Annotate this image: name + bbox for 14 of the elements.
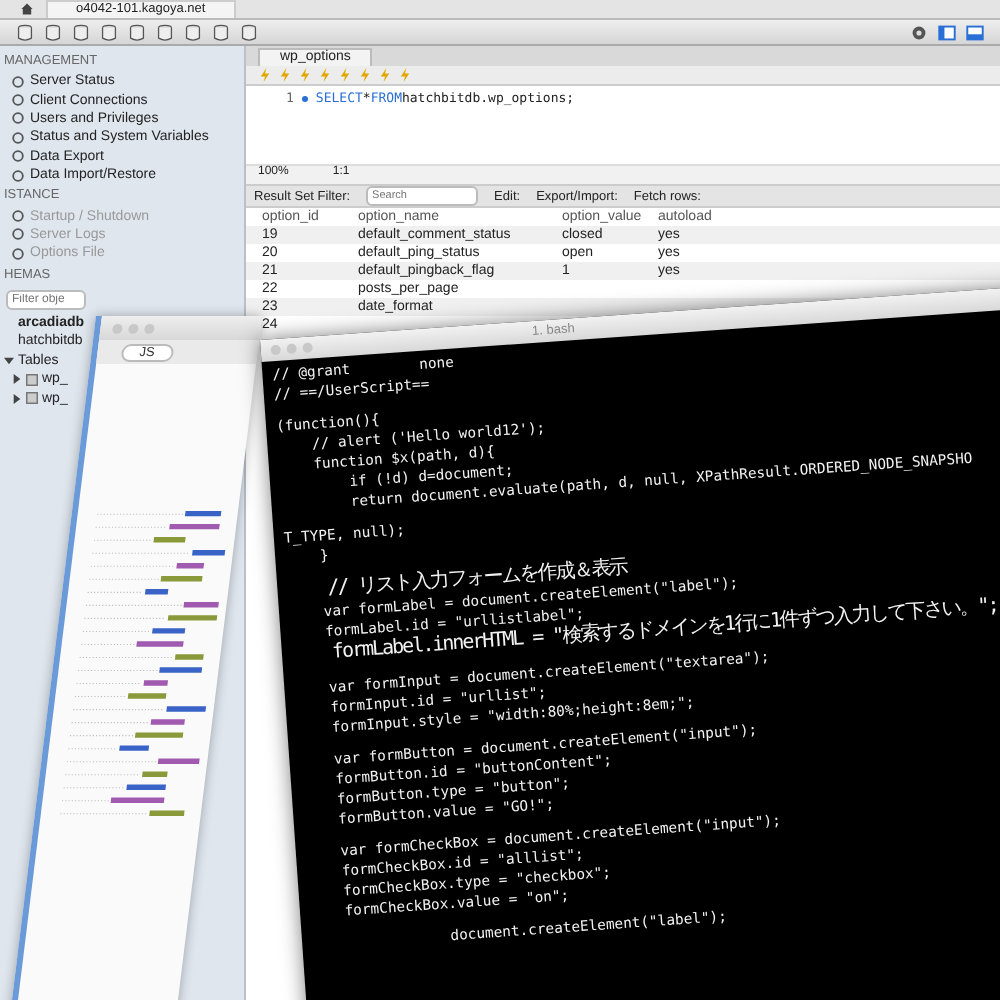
database-icon[interactable]	[156, 23, 174, 41]
database-icon[interactable]	[212, 23, 230, 41]
database-icon[interactable]	[72, 23, 90, 41]
home-icon[interactable]	[20, 2, 34, 16]
database-icon[interactable]	[128, 23, 146, 41]
panel-icon[interactable]	[966, 23, 984, 41]
database-icon[interactable]	[100, 23, 118, 41]
database-icon[interactable]	[16, 23, 34, 41]
settings-icon[interactable]	[910, 23, 928, 41]
database-icon[interactable]	[44, 23, 62, 41]
database-icon[interactable]	[184, 23, 202, 41]
panel-icon[interactable]	[938, 23, 956, 41]
disclosure-triangle-icon[interactable]	[4, 355, 14, 366]
database-icon[interactable]	[240, 23, 258, 41]
